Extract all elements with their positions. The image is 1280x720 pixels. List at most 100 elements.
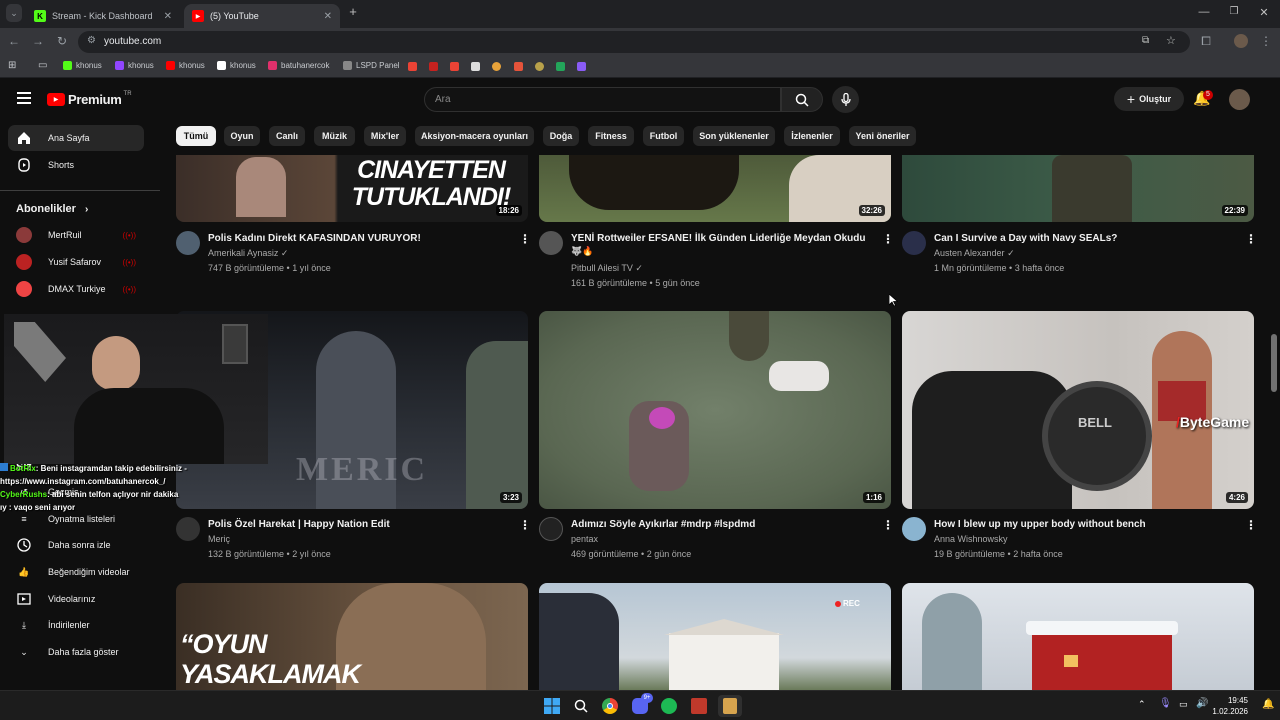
video-thumbnail[interactable] xyxy=(902,583,1254,690)
channel-name[interactable]: Meriç xyxy=(208,534,230,544)
doc-icon[interactable] xyxy=(471,62,480,71)
voice-search-button[interactable] xyxy=(832,86,859,113)
video-thumbnail[interactable]: 32:26 xyxy=(539,155,891,222)
close-icon[interactable]: ✕ xyxy=(324,11,332,22)
chip[interactable]: Canlı xyxy=(269,126,305,146)
chevron-up-icon[interactable]: ⌃ xyxy=(1138,699,1146,710)
system-clock[interactable]: 19:45 1.02.2026 xyxy=(1212,695,1248,717)
bookmark-x[interactable]: khonus xyxy=(217,61,256,70)
app-icon[interactable] xyxy=(577,62,586,71)
chip[interactable]: Aksiyon-macera oyunları xyxy=(415,126,534,146)
obs-recording-icon[interactable] xyxy=(689,696,709,716)
new-tab-icon[interactable]: + xyxy=(343,4,363,19)
folder-icon[interactable]: ▭ xyxy=(38,60,47,71)
sidebar-item-your-videos[interactable]: Videolarınız xyxy=(8,586,144,612)
more-options-icon[interactable]: ⋮ xyxy=(519,232,531,246)
more-options-icon[interactable]: ⋮ xyxy=(882,232,894,246)
bookmark-kick[interactable]: khonus xyxy=(63,61,102,70)
sidebar-item-downloads[interactable]: ⤓ İndirilenler xyxy=(8,612,144,638)
search-icon[interactable] xyxy=(571,696,591,716)
chip[interactable]: Müzik xyxy=(314,126,355,146)
chrome-icon[interactable] xyxy=(600,696,620,716)
volume-icon[interactable]: 🔊 xyxy=(1196,698,1208,709)
video-title[interactable]: YENİ Rottweiler EFSANE! İlk Günden Lider… xyxy=(571,233,865,244)
bookmark-lspd[interactable]: LSPD Panel xyxy=(343,61,400,70)
video-thumbnail[interactable]: “OYUN YASAKLAMAK xyxy=(176,583,528,690)
sidebar-channel[interactable]: MertRuil ((•)) xyxy=(8,222,144,248)
page-scrollbar[interactable] xyxy=(1271,334,1277,392)
spotify-icon[interactable] xyxy=(659,696,679,716)
bookmark-instagram[interactable]: batuhanercok xyxy=(268,61,329,70)
sidebar-item-watch-later[interactable]: Daha sonra izle xyxy=(8,532,144,558)
channel-name[interactable]: pentax xyxy=(571,534,598,544)
create-button[interactable]: + Oluştur xyxy=(1114,87,1184,111)
app-icon[interactable] xyxy=(535,62,544,71)
bookmark-star-icon[interactable]: ☆ xyxy=(1166,34,1176,47)
video-thumbnail[interactable]: BELL 4:26 xyxy=(902,311,1254,509)
video-title[interactable]: How I blew up my upper body without benc… xyxy=(934,519,1146,530)
sidebar-item-shorts[interactable]: Shorts xyxy=(8,152,144,178)
sidebar-item-liked[interactable]: 👍 Beğendiğim videolar xyxy=(8,559,144,585)
chip[interactable]: Oyun xyxy=(224,126,260,146)
chip-all[interactable]: Tümü xyxy=(176,126,216,146)
apps-grid-icon[interactable]: ⊞ xyxy=(8,60,16,71)
windows-start-icon[interactable] xyxy=(542,696,562,716)
video-thumbnail[interactable]: 1:16 xyxy=(539,311,891,509)
more-options-icon[interactable]: ⋮ xyxy=(882,518,894,532)
menu-icon[interactable] xyxy=(17,92,31,104)
chip[interactable]: Yeni öneriler xyxy=(849,126,916,146)
gmail-icon[interactable] xyxy=(450,62,459,71)
game-icon[interactable] xyxy=(492,62,501,71)
more-options-icon[interactable]: ⋮ xyxy=(1245,232,1257,246)
sidebar-item-show-more[interactable]: ⌄ Daha fazla göster xyxy=(8,639,144,665)
channel-avatar[interactable] xyxy=(176,231,200,255)
site-info-icon[interactable]: ⚙ xyxy=(87,35,96,46)
video-title[interactable]: Polis Kadını Direkt KAFASINDAN VURUYOR! xyxy=(208,233,421,244)
forward-icon[interactable]: → xyxy=(30,34,46,48)
sidebar-channel[interactable]: DMAX Turkiye ((•)) xyxy=(8,276,144,302)
tab-youtube[interactable]: ▶ (5) YouTube ✕ xyxy=(184,4,340,28)
search-button[interactable] xyxy=(781,87,823,112)
chip[interactable]: İzlenenler xyxy=(784,126,840,146)
restore-icon[interactable]: ❐ xyxy=(1224,6,1244,17)
channel-name[interactable]: Austen Alexander ✓ xyxy=(934,248,1015,259)
bookmark-twitch[interactable]: khonus xyxy=(115,61,154,70)
channel-name[interactable]: Anna Wishnowsky xyxy=(934,534,1008,544)
profile-avatar[interactable] xyxy=(1234,34,1248,48)
chip[interactable]: Doğa xyxy=(543,126,579,146)
video-title[interactable]: Adımızı Söyle Ayıkırlar #mdrp #lspdmd xyxy=(571,519,755,530)
more-options-icon[interactable]: ⋮ xyxy=(519,518,531,532)
channel-avatar[interactable] xyxy=(902,517,926,541)
channel-avatar[interactable] xyxy=(539,231,563,255)
video-thumbnail[interactable]: 22:39 xyxy=(902,155,1254,222)
search-input[interactable]: Ara xyxy=(424,87,781,112)
account-avatar[interactable] xyxy=(1229,89,1250,110)
address-bar[interactable]: ⚙ youtube.com ⧉ ☆ xyxy=(78,31,1190,53)
channel-name[interactable]: Pitbull Ailesi TV ✓ xyxy=(571,263,643,274)
gmail-icon[interactable] xyxy=(408,62,417,71)
close-icon[interactable]: ✕ xyxy=(164,11,172,22)
monitor-icon[interactable]: ▭ xyxy=(1179,699,1188,710)
video-thumbnail[interactable]: CINAYETTEN TUTUKLANDI! 18:26 xyxy=(176,155,528,222)
tab-kick-dashboard[interactable]: K Stream - Kick Dashboard ✕ xyxy=(26,4,180,28)
channel-avatar[interactable] xyxy=(902,231,926,255)
more-options-icon[interactable]: ⋮ xyxy=(1245,518,1257,532)
sidebar-channel[interactable]: Yusif Safarov ((•)) xyxy=(8,249,144,275)
notification-center-icon[interactable]: 🔔 xyxy=(1262,699,1274,710)
menu-dots-icon[interactable]: ⋮ xyxy=(1258,34,1274,48)
install-app-icon[interactable]: ⧉ xyxy=(1142,35,1149,46)
window-close-icon[interactable]: ✕ xyxy=(1254,6,1274,19)
video-title[interactable]: Can I Survive a Day with Navy SEALs? xyxy=(934,233,1117,244)
sheets-icon[interactable] xyxy=(556,62,565,71)
channel-avatar[interactable] xyxy=(539,517,563,541)
chip[interactable]: Futbol xyxy=(643,126,684,146)
reload-icon[interactable]: ↻ xyxy=(54,34,70,48)
bookmark-youtube[interactable]: khonus xyxy=(166,61,205,70)
extensions-icon[interactable]: ⧠ xyxy=(1198,34,1214,49)
channel-name[interactable]: Amerikali Aynasiz ✓ xyxy=(208,248,288,259)
video-thumbnail[interactable]: REC xyxy=(539,583,891,690)
tab-search-icon[interactable]: ⌄ xyxy=(6,4,22,22)
chip[interactable]: Mix'ler xyxy=(364,126,406,146)
subscriptions-heading[interactable]: Abonelikler › xyxy=(16,203,88,215)
back-icon[interactable]: ← xyxy=(6,34,22,48)
